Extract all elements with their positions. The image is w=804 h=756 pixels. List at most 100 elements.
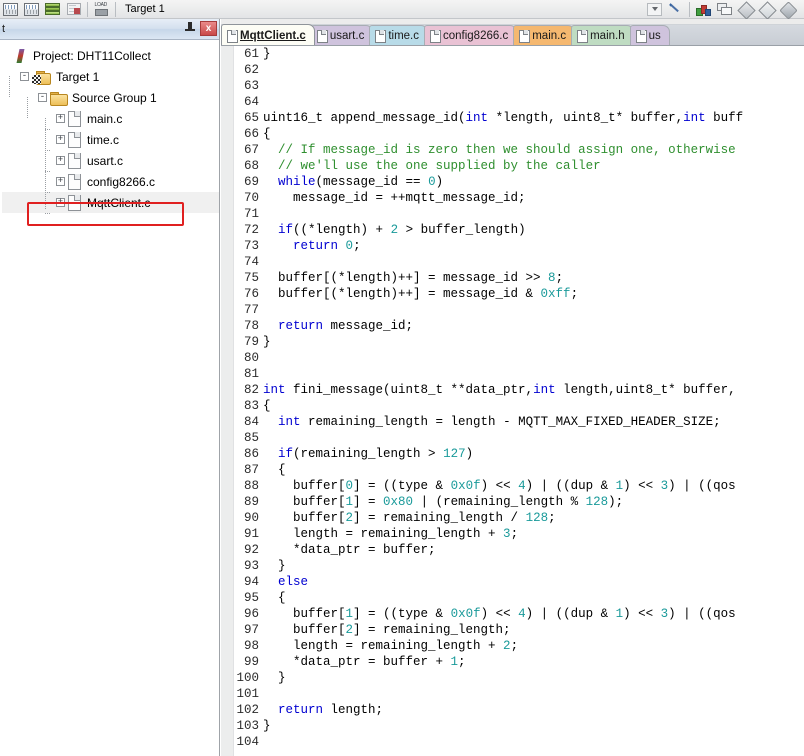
editor-tab-usart-c[interactable]: usart.c (310, 25, 374, 45)
editor-tab-label: main.h (590, 30, 625, 42)
code-token: 2 (345, 623, 354, 637)
expand-icon[interactable]: + (56, 156, 65, 165)
code-text: return 0; (263, 239, 804, 253)
code-line: 90 buffer[2] = remaining_length / 128; (221, 510, 804, 526)
line-number: 93 (243, 559, 259, 573)
expand-icon[interactable]: + (56, 114, 65, 123)
code-token: ) << (480, 479, 519, 493)
close-icon[interactable]: x (200, 21, 217, 36)
tree-item-label: time.c (87, 132, 120, 147)
editor-tab-time-c[interactable]: time.c (369, 25, 428, 45)
code-text: buffer[(*length)++] = message_id >> 8; (263, 271, 804, 285)
code-line: 65 uint16_t append_message_id(int *length… (221, 110, 804, 126)
code-token: 128 (525, 511, 549, 525)
code-text: buffer[1] = 0x80 | (remaining_length % 1… (263, 495, 804, 509)
tree-item-target-1[interactable]: - Target 1 (2, 66, 219, 87)
code-line: 75 buffer[(*length)++] = message_id >> 8… (221, 270, 804, 286)
code-lines: 61} 62 63 64 65 uint16_t append_message_id(in… (221, 46, 804, 750)
tree-connector (45, 171, 51, 172)
line-number: 99 (243, 655, 259, 669)
code-token: 1 (615, 479, 624, 493)
code-token: 0x80 (383, 495, 414, 509)
build-icon[interactable] (0, 0, 21, 18)
line-number: 90 (243, 511, 259, 525)
line-number: 65 (243, 111, 259, 125)
line-number: 86 (243, 447, 259, 461)
code-text: // If message_id is zero then we should … (263, 143, 804, 157)
code-line: 98 length = remaining_length + 2; (221, 638, 804, 654)
batch-build-icon[interactable] (42, 0, 63, 18)
target-dropdown-icon[interactable] (644, 0, 665, 18)
editor-tab-label: time.c (388, 30, 419, 42)
line-number: 63 (243, 79, 259, 93)
line-number: 81 (243, 367, 259, 381)
code-view[interactable]: 61} 62 63 64 65 uint16_t append_message_id(in… (221, 46, 804, 756)
multi-element-icon[interactable] (777, 0, 798, 18)
code-token: 8 (548, 271, 556, 285)
editor-tab-mqttclient-c[interactable]: MqttClient.c (221, 24, 315, 45)
editor-tab-label: MqttClient.c (240, 29, 306, 42)
expand-icon[interactable]: + (56, 135, 65, 144)
toolbar-divider (115, 1, 116, 17)
line-number: 98 (243, 639, 259, 653)
line-number: 61 (243, 47, 259, 61)
tree-item-main-c[interactable]: + main.c (2, 108, 219, 129)
tree-item-project-dht11collect[interactable]: Project: DHT11Collect (2, 45, 219, 66)
code-token: return (278, 703, 324, 717)
new-element-icon[interactable] (756, 0, 777, 18)
manage-components-icon[interactable] (693, 0, 714, 18)
tree-item-usart-c[interactable]: + usart.c (2, 150, 219, 171)
code-token: ) (465, 447, 474, 461)
code-line: 76 buffer[(*length)++] = message_id & 0x… (221, 286, 804, 302)
editor-tab-main-c[interactable]: main.c (513, 25, 576, 45)
code-text: return length; (263, 703, 804, 717)
pin-icon[interactable] (183, 21, 197, 36)
tree-item-mqttclient-c[interactable]: + MqttClient.c (2, 192, 219, 213)
code-text: length = remaining_length + 3; (263, 527, 804, 541)
tree-item-label: Target 1 (56, 69, 100, 84)
code-text: { (263, 127, 804, 141)
code-editor: MqttClient.c usart.c time.c config8266.c mai… (221, 19, 804, 756)
code-token: buffer[ (263, 511, 346, 525)
code-token: // we'll use the one supplied by the cal… (278, 159, 601, 173)
code-text: { (263, 463, 804, 477)
expand-icon[interactable]: + (56, 198, 65, 207)
code-token: message_id = ++mqtt_message_id; (263, 191, 526, 205)
expand-icon[interactable]: + (56, 177, 65, 186)
code-token: (message_id == (315, 175, 429, 189)
code-line: 99 *data_ptr = buffer + 1; (221, 654, 804, 670)
editor-tab-config8266-c[interactable]: config8266.c (424, 25, 518, 45)
manage-windows-icon[interactable] (714, 0, 735, 18)
download-load-icon[interactable]: LOAD (91, 0, 112, 18)
line-number: 78 (243, 319, 259, 333)
project-panel-title: t (2, 23, 6, 35)
project-panel-header: t x (0, 19, 219, 40)
code-token: buffer[ (263, 495, 346, 509)
editor-tab-us[interactable]: us (629, 25, 670, 45)
line-number: 94 (243, 575, 259, 589)
code-token: { (263, 463, 286, 477)
code-token: 2 (390, 223, 399, 237)
code-token: ; (458, 655, 466, 669)
code-token: ; (570, 287, 579, 301)
line-number: 83 (243, 399, 259, 413)
line-number: 72 (243, 223, 259, 237)
collapse-icon[interactable]: - (38, 93, 47, 102)
line-number: 104 (236, 735, 259, 749)
insert-element-icon[interactable] (735, 0, 756, 18)
tree-item-time-c[interactable]: + time.c (2, 129, 219, 150)
collapse-icon[interactable]: - (20, 72, 29, 81)
target-selector-label[interactable]: Target 1 (119, 3, 171, 15)
code-line: 62 (221, 62, 804, 78)
options-for-target-wand-icon[interactable] (665, 0, 686, 18)
code-token: else (278, 575, 309, 589)
code-token: length = remaining_length + (263, 639, 504, 653)
stop-build-icon[interactable] (63, 0, 84, 18)
tree-item-config8266-c[interactable]: + config8266.c (2, 171, 219, 192)
tree-item-source-group-1[interactable]: - Source Group 1 (2, 87, 219, 108)
rebuild-icon[interactable] (21, 0, 42, 18)
line-number: 100 (236, 671, 259, 685)
editor-tab-main-h[interactable]: main.h (571, 25, 634, 45)
